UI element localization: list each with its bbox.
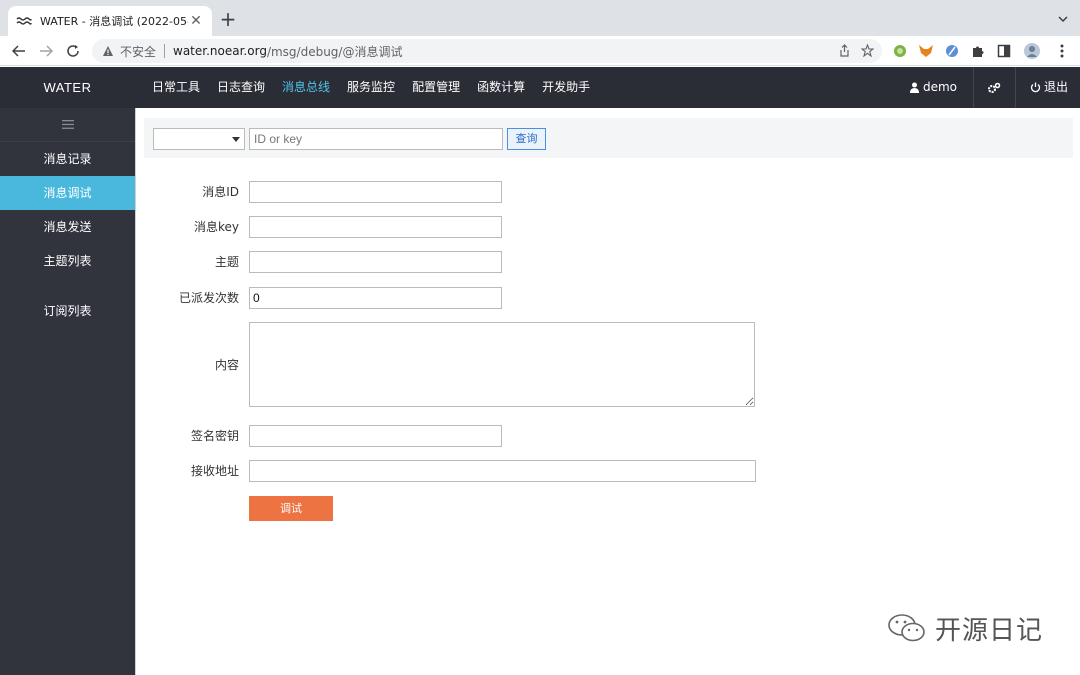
logout-button[interactable]: 退出 xyxy=(1016,67,1080,108)
search-toolbar: 查询 xyxy=(144,118,1073,158)
forward-arrow-icon[interactable] xyxy=(37,42,55,60)
query-button[interactable]: 查询 xyxy=(507,128,546,150)
nav-dev-assistant[interactable]: 开发助手 xyxy=(542,67,590,108)
nav-message-bus[interactable]: 消息总线 xyxy=(282,67,330,108)
content-textarea[interactable] xyxy=(249,322,755,407)
dispatch-count-input[interactable] xyxy=(249,287,502,309)
content-label: 内容 xyxy=(214,358,239,372)
browser-tab-bar: WATER - 消息调试 (2022-05-0 ✕ + xyxy=(0,0,1080,36)
topic-label: 主题 xyxy=(214,255,239,269)
msg-id-input[interactable] xyxy=(249,181,502,203)
user-menu[interactable]: demo xyxy=(900,67,974,108)
reload-icon[interactable] xyxy=(64,42,82,60)
receive-url-label: 接收地址 xyxy=(190,464,239,478)
settings-gears-icon[interactable] xyxy=(974,67,1016,108)
user-icon xyxy=(909,82,919,93)
bookmark-star-icon[interactable] xyxy=(860,43,875,60)
nav-daily-tools[interactable]: 日常工具 xyxy=(152,67,200,108)
debug-button[interactable]: 调试 xyxy=(249,496,333,521)
feather-extension-icon[interactable] xyxy=(944,43,960,59)
warning-icon xyxy=(102,45,114,57)
address-divider xyxy=(164,44,166,58)
user-name: demo xyxy=(922,80,957,94)
topic-input[interactable] xyxy=(249,251,502,273)
search-type-select[interactable] xyxy=(153,128,245,150)
share-icon[interactable] xyxy=(838,44,851,60)
sidebar: 消息记录 消息调试 消息发送 主题列表 订阅列表 xyxy=(0,108,135,675)
dispatch-count-label: 已派发次数 xyxy=(178,291,239,305)
url-host: water.noear.org xyxy=(173,44,267,58)
side-panel-icon[interactable] xyxy=(996,43,1012,59)
fox-extension-icon[interactable] xyxy=(918,43,934,59)
tab-search-chevron-icon[interactable] xyxy=(1056,12,1070,26)
header-actions: demo 退出 xyxy=(900,67,1080,108)
puzzle-extensions-icon[interactable] xyxy=(970,43,986,59)
nav-function-compute[interactable]: 函数计算 xyxy=(477,67,525,108)
address-bar[interactable]: 不安全 water.noear.org/msg/debug/@消息调试 xyxy=(92,39,882,63)
sidebar-item-message-records[interactable]: 消息记录 xyxy=(0,142,135,176)
green-circle-extension-icon[interactable] xyxy=(892,43,908,59)
sidebar-item-topic-list[interactable]: 主题列表 xyxy=(0,244,135,278)
sign-secret-label: 签名密钥 xyxy=(190,429,239,443)
msg-key-input[interactable] xyxy=(249,216,502,238)
main-content: 查询 消息ID 消息key 主题 已派发次数 内容 签名密钥 接收地址 调试 xyxy=(135,108,1080,675)
sidebar-item-subscription-list[interactable]: 订阅列表 xyxy=(0,294,135,328)
tab-close-icon[interactable]: ✕ xyxy=(188,13,204,29)
back-arrow-icon[interactable] xyxy=(10,42,28,60)
power-icon xyxy=(1030,82,1041,93)
main-nav: 日常工具 日志查询 消息总线 服务监控 配置管理 函数计算 开发助手 xyxy=(152,67,607,108)
new-tab-button[interactable]: + xyxy=(218,9,238,30)
profile-avatar-icon[interactable] xyxy=(1024,43,1040,59)
search-input[interactable] xyxy=(249,128,503,150)
watermark: 开源日记 xyxy=(887,608,1043,648)
msg-id-label: 消息ID xyxy=(202,185,239,199)
app-brand[interactable]: WATER xyxy=(0,67,135,108)
receive-url-input[interactable] xyxy=(249,460,756,482)
water-wave-icon xyxy=(16,13,32,29)
browser-menu-icon[interactable] xyxy=(1054,43,1070,59)
watermark-text: 开源日记 xyxy=(935,615,1044,646)
browser-toolbar: 不安全 water.noear.org/msg/debug/@消息调试 xyxy=(0,36,1080,66)
logout-label: 退出 xyxy=(1043,80,1068,94)
wechat-logo-icon xyxy=(887,612,927,644)
tab-title: WATER - 消息调试 (2022-05-0 xyxy=(40,15,188,28)
msg-key-label: 消息key xyxy=(193,220,239,234)
browser-tab[interactable]: WATER - 消息调试 (2022-05-0 ✕ xyxy=(8,6,212,36)
app-header: WATER 日常工具 日志查询 消息总线 服务监控 配置管理 函数计算 开发助手… xyxy=(0,67,1080,108)
caret-down-icon xyxy=(232,137,240,142)
nav-service-monitor[interactable]: 服务监控 xyxy=(347,67,395,108)
nav-log-query[interactable]: 日志查询 xyxy=(217,67,265,108)
sign-secret-input[interactable] xyxy=(249,425,502,447)
insecure-label: 不安全 xyxy=(120,44,157,59)
nav-config-management[interactable]: 配置管理 xyxy=(412,67,460,108)
sidebar-toggle-icon[interactable] xyxy=(0,108,135,142)
sidebar-item-message-send[interactable]: 消息发送 xyxy=(0,210,135,244)
url-path: /msg/debug/@消息调试 xyxy=(266,44,403,59)
sidebar-item-message-debug[interactable]: 消息调试 xyxy=(0,176,135,210)
